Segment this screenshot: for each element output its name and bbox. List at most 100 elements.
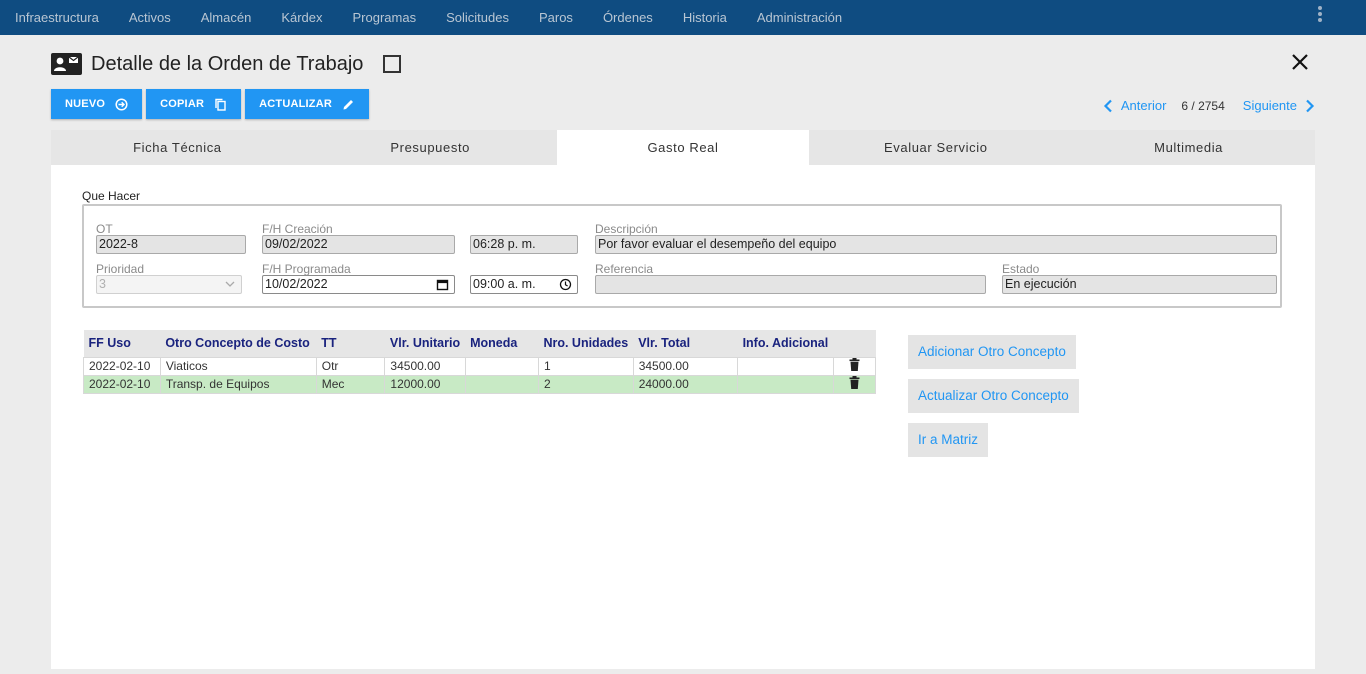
nav-item-paros[interactable]: Paros: [524, 0, 588, 35]
referencia-label: Referencia: [595, 262, 654, 276]
otros-conceptos-table: FF Uso Otro Concepto de Costo TT Vlr. Un…: [83, 330, 877, 394]
col-moneda[interactable]: Moneda: [465, 330, 539, 357]
col-actions: [833, 330, 876, 357]
toolbar: NUEVO COPIAR ACTUALIZAR: [51, 89, 373, 119]
chevron-left-icon[interactable]: [1103, 99, 1113, 113]
work-order-panel: Detalle de la Orden de Trabajo NUEVO COP…: [51, 35, 1315, 669]
actualizar-otro-concepto-button[interactable]: Actualizar Otro Concepto: [908, 379, 1079, 413]
referencia-field[interactable]: [595, 275, 986, 294]
top-navbar: Infraestructura Activos Almacén Kárdex P…: [0, 0, 1366, 35]
nuevo-button[interactable]: NUEVO: [51, 89, 143, 119]
title-row: Detalle de la Orden de Trabajo: [51, 49, 402, 79]
chevron-down-icon: [225, 281, 235, 287]
actualizar-label: ACTUALIZAR: [259, 98, 332, 110]
tab-content: Que Hacer OT 2022-8 F/H Creación 09/02/2…: [51, 165, 1315, 669]
cell-moneda: [464, 374, 539, 394]
tab-gasto-real[interactable]: Gasto Real: [556, 130, 810, 165]
cell-nro-unidades: 1: [537, 356, 634, 376]
col-vlr-unitario[interactable]: Vlr. Unitario: [384, 330, 466, 357]
copiar-button[interactable]: COPIAR: [146, 89, 242, 119]
ot-label: OT: [96, 222, 113, 236]
next-link[interactable]: Siguiente: [1243, 98, 1297, 113]
que-hacer-legend: Que Hacer: [82, 189, 141, 203]
record-pager: Anterior 6 / 2754 Siguiente: [1103, 98, 1315, 113]
prioridad-label: Prioridad: [96, 262, 145, 276]
cell-tt: Mec: [315, 374, 386, 394]
fh-programada-date-value: 10/02/2022: [265, 277, 328, 291]
nav-item-infraestructura[interactable]: Infraestructura: [0, 0, 114, 35]
nav-item-almacen[interactable]: Almacén: [186, 0, 267, 35]
nav-item-historia[interactable]: Historia: [668, 0, 742, 35]
tab-evaluar-servicio[interactable]: Evaluar Servicio: [809, 130, 1062, 165]
actualizar-button[interactable]: ACTUALIZAR: [245, 89, 369, 119]
copy-icon: [215, 98, 226, 111]
que-hacer-fieldset: OT 2022-8 F/H Creación 09/02/2022 06:28 …: [82, 204, 1282, 308]
tab-multimedia[interactable]: Multimedia: [1062, 130, 1315, 165]
cell-tt: Otr: [315, 356, 386, 376]
col-nro-unidades[interactable]: Nro. Unidades: [538, 330, 634, 357]
trash-icon[interactable]: [849, 358, 860, 371]
fh-creacion-date-field[interactable]: 09/02/2022: [262, 235, 455, 254]
favorite-checkbox[interactable]: [383, 55, 402, 73]
ot-field[interactable]: 2022-8: [96, 235, 246, 254]
table-row[interactable]: 2022-02-10 Viaticos Otr 34500.00 1 34500…: [83, 356, 877, 376]
ir-a-matriz-button[interactable]: Ir a Matriz: [908, 423, 989, 457]
clock-icon[interactable]: [559, 278, 572, 291]
cell-moneda: [464, 356, 539, 376]
copiar-label: COPIAR: [160, 98, 205, 110]
delete-cell: [832, 374, 877, 394]
nav-item-ordenes[interactable]: Órdenes: [588, 0, 668, 35]
fh-programada-time-value: 09:00 a. m.: [473, 277, 536, 291]
col-info-adicional[interactable]: Info. Adicional: [737, 330, 834, 357]
nuevo-label: NUEVO: [65, 98, 106, 110]
cell-info: [737, 356, 834, 376]
col-concepto[interactable]: Otro Concepto de Costo: [160, 330, 317, 357]
cell-ff-uso: 2022-02-10: [83, 374, 161, 394]
estado-label: Estado: [1002, 262, 1040, 276]
nav-item-administracion[interactable]: Administración: [742, 0, 857, 35]
fh-programada-time-field[interactable]: 09:00 a. m.: [470, 275, 578, 294]
col-ff-uso[interactable]: FF Uso: [83, 330, 161, 357]
fh-programada-date-field[interactable]: 10/02/2022: [262, 275, 455, 294]
fh-programada-label: F/H Programada: [262, 262, 351, 276]
tab-presupuesto[interactable]: Presupuesto: [304, 130, 557, 165]
cell-ff-uso: 2022-02-10: [83, 356, 161, 376]
fh-creacion-label: F/H Creación: [262, 222, 333, 236]
nav-item-activos[interactable]: Activos: [114, 0, 186, 35]
col-vlr-total[interactable]: Vlr. Total: [633, 330, 738, 357]
table-header-row: FF Uso Otro Concepto de Costo TT Vlr. Un…: [83, 330, 876, 357]
cell-vlr-total: 24000.00: [632, 374, 739, 394]
pencil-icon: [343, 99, 353, 109]
prioridad-value: 3: [99, 277, 106, 291]
trash-icon[interactable]: [849, 376, 860, 389]
nav-item-programas[interactable]: Programas: [338, 0, 432, 35]
prioridad-select[interactable]: 3: [96, 275, 242, 294]
cell-vlr-unitario: 34500.00: [384, 356, 466, 376]
adicionar-otro-concepto-button[interactable]: Adicionar Otro Concepto: [908, 335, 1076, 369]
close-icon[interactable]: [1288, 50, 1312, 74]
col-tt[interactable]: TT: [316, 330, 385, 357]
main-nav: Infraestructura Activos Almacén Kárdex P…: [0, 0, 857, 35]
estado-field[interactable]: En ejecución: [1002, 275, 1277, 294]
contact-card-icon: [51, 53, 82, 75]
delete-cell: [832, 356, 877, 376]
cell-vlr-unitario: 12000.00: [384, 374, 466, 394]
previous-link[interactable]: Anterior: [1121, 98, 1167, 113]
chevron-right-icon[interactable]: [1305, 99, 1315, 113]
page-title: Detalle de la Orden de Trabajo: [91, 52, 364, 75]
cell-nro-unidades: 2: [537, 374, 634, 394]
cell-vlr-total: 34500.00: [632, 356, 739, 376]
cell-concepto: Transp. de Equipos: [159, 374, 317, 394]
table-row[interactable]: 2022-02-10 Transp. de Equipos Mec 12000.…: [83, 374, 877, 394]
fh-creacion-time-field[interactable]: 06:28 p. m.: [470, 235, 578, 254]
add-circle-icon: [115, 97, 128, 111]
more-vert-icon[interactable]: [1314, 6, 1326, 24]
tab-ficha-tecnica[interactable]: Ficha Técnica: [51, 130, 304, 165]
nav-item-kardex[interactable]: Kárdex: [266, 0, 337, 35]
cell-concepto: Viaticos: [159, 356, 317, 376]
calendar-icon[interactable]: [436, 278, 449, 291]
tab-bar: Ficha Técnica Presupuesto Gasto Real Eva…: [51, 130, 1315, 165]
nav-item-solicitudes[interactable]: Solicitudes: [431, 0, 524, 35]
descripcion-label: Descripción: [595, 222, 658, 236]
descripcion-field[interactable]: Por favor evaluar el desempeño del equip…: [595, 235, 1277, 254]
